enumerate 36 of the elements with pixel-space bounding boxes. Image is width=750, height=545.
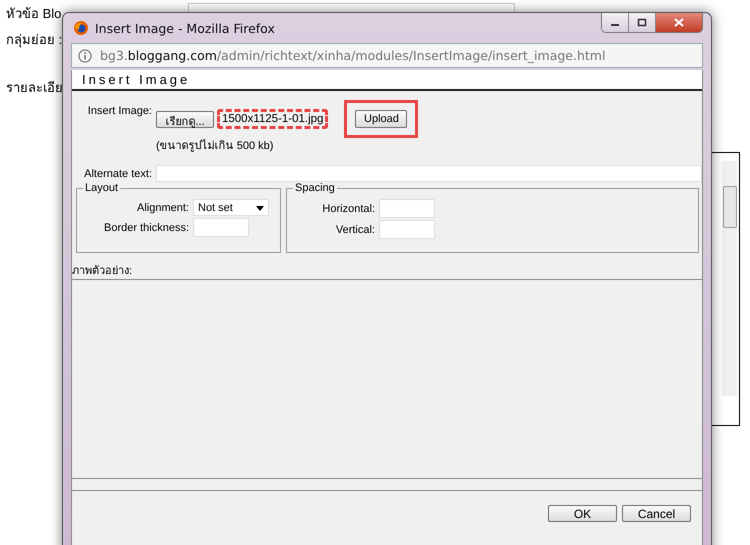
browse-button[interactable]: เรียกดู... (156, 110, 214, 128)
upload-button[interactable]: Upload (355, 110, 408, 128)
scrollbar[interactable] (722, 161, 737, 396)
maximize-button[interactable] (629, 13, 656, 32)
caret-icon (256, 206, 264, 211)
horizontal-spacing-field[interactable] (379, 199, 435, 218)
field-label: Alternate text: (83, 168, 153, 180)
close-icon (674, 18, 684, 27)
field-label: Border thickness: (103, 222, 190, 234)
url-text: bg3.bloggang.com/admin/richtext/xinha/modules/InsertImage/insert_image.html (100, 48, 606, 63)
ok-button[interactable]: OK (548, 505, 617, 522)
hint-text: (ขนาดรูปไม่เกิน 500 kb) (156, 138, 274, 154)
address-bar[interactable]: bg3.bloggang.com/admin/richtext/xinha/modules/InsertImage/insert_image.html (71, 43, 703, 68)
group-legend: Spacing (293, 182, 337, 194)
field-label: Horizontal: (321, 202, 376, 214)
field-label: Alignment: (136, 202, 190, 214)
preview-label: ภาพตัวอย่าง: (72, 264, 134, 279)
browser-logo-icon (73, 20, 89, 36)
border-thickness-field[interactable] (193, 218, 249, 237)
file-name: 1500x1125-1-01.jpg (217, 109, 328, 129)
field-label: Vertical: (334, 224, 376, 236)
field-label: Insert Image: (86, 104, 153, 119)
maximize-icon (637, 18, 647, 27)
window-title: Insert Image - Mozilla Firefox (95, 20, 275, 36)
field-label: รายละเอีย (6, 78, 63, 96)
vertical-spacing-field[interactable] (379, 220, 435, 239)
alternate-text-field[interactable] (156, 165, 702, 182)
group-legend: Layout (83, 182, 120, 194)
close-button[interactable] (656, 13, 702, 32)
info-icon[interactable] (78, 48, 92, 62)
dialog-heading: Insert Image (72, 70, 702, 91)
field-label: กลุ่มย่อย : (6, 30, 62, 50)
cancel-button[interactable]: Cancel (622, 505, 691, 522)
field-label: หัวข้อ Blo (6, 6, 62, 20)
alignment-dropdown[interactable]: Not set (193, 199, 269, 216)
minimize-button[interactable] (602, 13, 629, 32)
